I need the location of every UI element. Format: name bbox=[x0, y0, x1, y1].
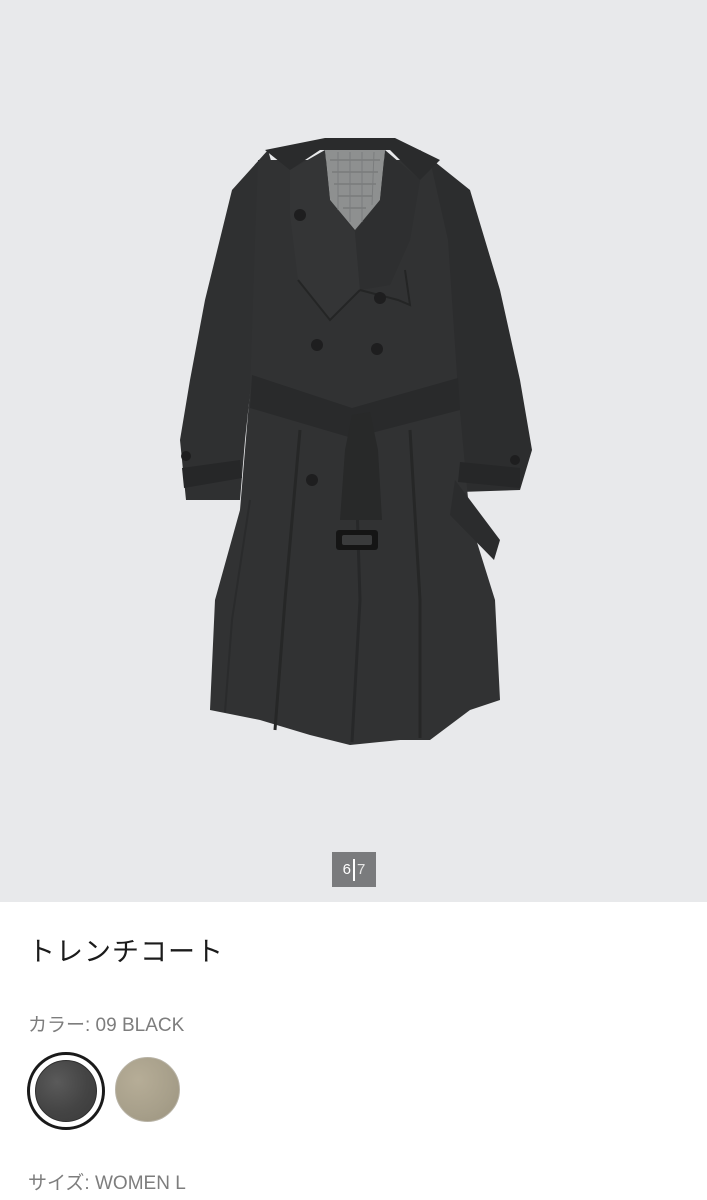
pager-current: 6 bbox=[342, 861, 351, 878]
product-details: トレンチコート カラー: 09 BLACK サイズ: WOMEN L bbox=[0, 902, 707, 1200]
color-label: カラー: 09 BLACK bbox=[28, 1015, 185, 1036]
product-name: トレンチコート bbox=[28, 937, 224, 967]
product-page: 6 7 トレンチコート カラー: 09 BLACK サイズ: WOMEN L bbox=[0, 0, 707, 1200]
pager-divider bbox=[353, 858, 355, 881]
image-pager: 6 7 bbox=[332, 852, 376, 887]
color-swatch-black[interactable] bbox=[35, 1060, 97, 1122]
color-swatch-beige[interactable] bbox=[115, 1057, 180, 1122]
product-image-gallery[interactable]: 6 7 bbox=[0, 0, 707, 902]
pager-total: 7 bbox=[357, 861, 366, 878]
size-label: サイズ: WOMEN L bbox=[28, 1173, 186, 1194]
trench-coat-image bbox=[180, 138, 532, 745]
